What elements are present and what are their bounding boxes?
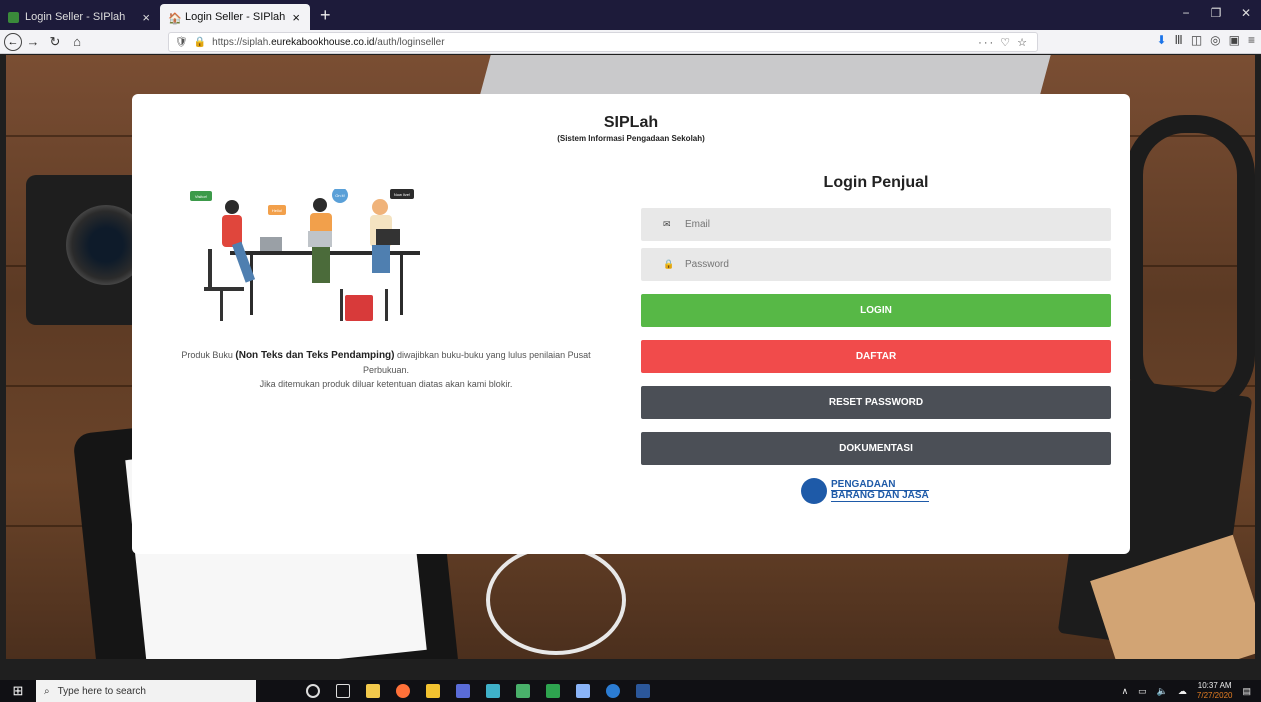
lock-icon: 🔒 xyxy=(663,259,675,269)
speech-bubble-text: On it! xyxy=(335,193,345,198)
login-button[interactable]: LOGIN xyxy=(641,294,1111,327)
login-card: SIPLah (Sistem Informasi Pengadaan Sekol… xyxy=(132,94,1130,554)
windows-start-icon[interactable]: ⊞ xyxy=(0,683,36,699)
garuda-seal-icon xyxy=(801,478,827,504)
clock[interactable]: 10:37 AM 7/27/2020 xyxy=(1197,681,1233,701)
tab-close-icon[interactable]: × xyxy=(142,10,150,25)
url-text: https://siplah.eurekabookhouse.co.id/aut… xyxy=(212,36,445,48)
app-icon[interactable] xyxy=(576,684,590,698)
sidebar-icon[interactable]: ◫ xyxy=(1191,33,1202,47)
toolbar-icons: ⬇ Ⅲ ◫ ◎ ▣ ≡ xyxy=(1156,33,1255,47)
notification-icon[interactable]: ▤ xyxy=(1242,686,1251,697)
email-field[interactable]: ✉ xyxy=(641,208,1111,241)
word-icon[interactable] xyxy=(636,684,650,698)
browser-tab-bar: Login Seller - SIPlah × 🏠 Login Seller -… xyxy=(0,0,1261,30)
taskbar-apps xyxy=(306,684,650,698)
documentation-button[interactable]: DOKUMENTASI xyxy=(641,432,1111,465)
task-view-icon[interactable] xyxy=(336,684,350,698)
library-icon[interactable]: Ⅲ xyxy=(1175,33,1183,47)
lock-icon: 🔒 xyxy=(193,36,207,48)
system-tray: ∧ ▭ 🔈 ☁ 10:37 AM 7/27/2020 ▤ xyxy=(1122,680,1251,702)
download-icon[interactable]: ⬇ xyxy=(1156,33,1166,47)
new-tab-button[interactable]: + xyxy=(310,5,341,30)
tab-close-icon[interactable]: × xyxy=(292,10,300,25)
favicon-icon xyxy=(8,11,19,23)
login-form: Login Penjual ✉ 🔒 LOGIN DAFTAR RESET PAS… xyxy=(641,174,1111,504)
screenshot-icon[interactable]: ▣ xyxy=(1229,33,1240,47)
speech-bubble-text: Now live! xyxy=(394,192,410,197)
volume-icon[interactable]: 🔈 xyxy=(1157,686,1168,697)
windows-taskbar: ⊞ ⌕ Type here to search ∧ ▭ 🔈 ☁ 10:37 AM… xyxy=(0,680,1261,702)
headphone-decoration xyxy=(1125,115,1255,415)
envelope-icon: ✉ xyxy=(663,219,671,229)
taskbar-search[interactable]: ⌕ Type here to search xyxy=(36,680,256,702)
speech-bubble-text: Visitor! xyxy=(195,194,207,199)
forward-button[interactable]: → xyxy=(22,32,44,52)
app-icon[interactable] xyxy=(456,684,470,698)
app-icon[interactable] xyxy=(546,684,560,698)
earphone-cable-decoration xyxy=(486,545,626,655)
edge-icon[interactable] xyxy=(606,684,620,698)
team-illustration: Visitor! Hello! On it! Now live! xyxy=(190,189,420,321)
shield-icon: 🛡 xyxy=(175,36,188,48)
pengadaan-logo[interactable]: PENGADAAN BARANG DAN JASA xyxy=(801,478,951,504)
brand-header: SIPLah (Sistem Informasi Pengadaan Sekol… xyxy=(132,114,1130,143)
search-icon: ⌕ xyxy=(44,685,50,697)
chevron-up-icon[interactable]: ∧ xyxy=(1122,686,1129,697)
email-input[interactable] xyxy=(685,219,1085,230)
browser-tab-active[interactable]: 🏠 Login Seller - SIPlah × xyxy=(160,4,310,30)
browser-tab[interactable]: Login Seller - SIPlah × xyxy=(0,4,160,30)
reset-password-button[interactable]: RESET PASSWORD xyxy=(641,386,1111,419)
extension-icon[interactable]: ◎ xyxy=(1210,33,1220,47)
app-icon[interactable] xyxy=(486,684,500,698)
menu-icon[interactable]: ≡ xyxy=(1248,33,1255,47)
search-placeholder: Type here to search xyxy=(57,685,146,697)
password-input[interactable] xyxy=(685,259,1085,270)
app-icon[interactable] xyxy=(516,684,530,698)
brand-subtitle: (Sistem Informasi Pengadaan Sekolah) xyxy=(557,134,705,143)
brand-title: SIPLah xyxy=(603,114,659,131)
logo-text: PENGADAAN BARANG DAN JASA xyxy=(831,479,929,502)
register-button[interactable]: DAFTAR xyxy=(641,340,1111,373)
tab-title: Login Seller - SIPlah xyxy=(185,11,286,23)
home-button[interactable]: ⌂ xyxy=(66,32,88,52)
network-icon[interactable]: ▭ xyxy=(1138,686,1147,697)
close-window-button[interactable]: ✕ xyxy=(1231,0,1261,26)
form-title: Login Penjual xyxy=(823,174,929,191)
speech-bubble-text: Hello! xyxy=(272,208,282,213)
window-controls: − ❐ ✕ xyxy=(1171,0,1261,26)
cortana-icon[interactable] xyxy=(306,684,320,698)
url-bar[interactable]: 🛡 🔒 https://siplah.eurekabookhouse.co.id… xyxy=(168,32,1038,52)
cloud-icon[interactable]: ☁ xyxy=(1178,686,1187,697)
reload-button[interactable]: ↻ xyxy=(44,32,66,52)
firefox-icon[interactable] xyxy=(396,684,410,698)
file-explorer-icon[interactable] xyxy=(366,684,380,698)
product-note: Produk Buku (Non Teks dan Teks Pendampin… xyxy=(181,350,591,389)
browser-nav-bar: ← → ↻ ⌂ 🛡 🔒 https://siplah.eurekabookhou… xyxy=(0,30,1261,54)
sticky-notes-icon[interactable] xyxy=(426,684,440,698)
restore-button[interactable]: ❐ xyxy=(1201,0,1231,26)
tab-title: Login Seller - SIPlah xyxy=(25,11,126,23)
password-field[interactable]: 🔒 xyxy=(641,248,1111,281)
home-favicon-icon: 🏠 xyxy=(168,12,182,25)
note-line2: Jika ditemukan produk diluar ketentuan d… xyxy=(259,379,513,389)
url-actions[interactable]: ··· ♡ ☆ xyxy=(978,36,1029,49)
note-bold: (Non Teks dan Teks Pendamping) xyxy=(235,350,395,361)
back-button[interactable]: ← xyxy=(4,32,22,51)
minimize-button[interactable]: − xyxy=(1171,0,1201,26)
